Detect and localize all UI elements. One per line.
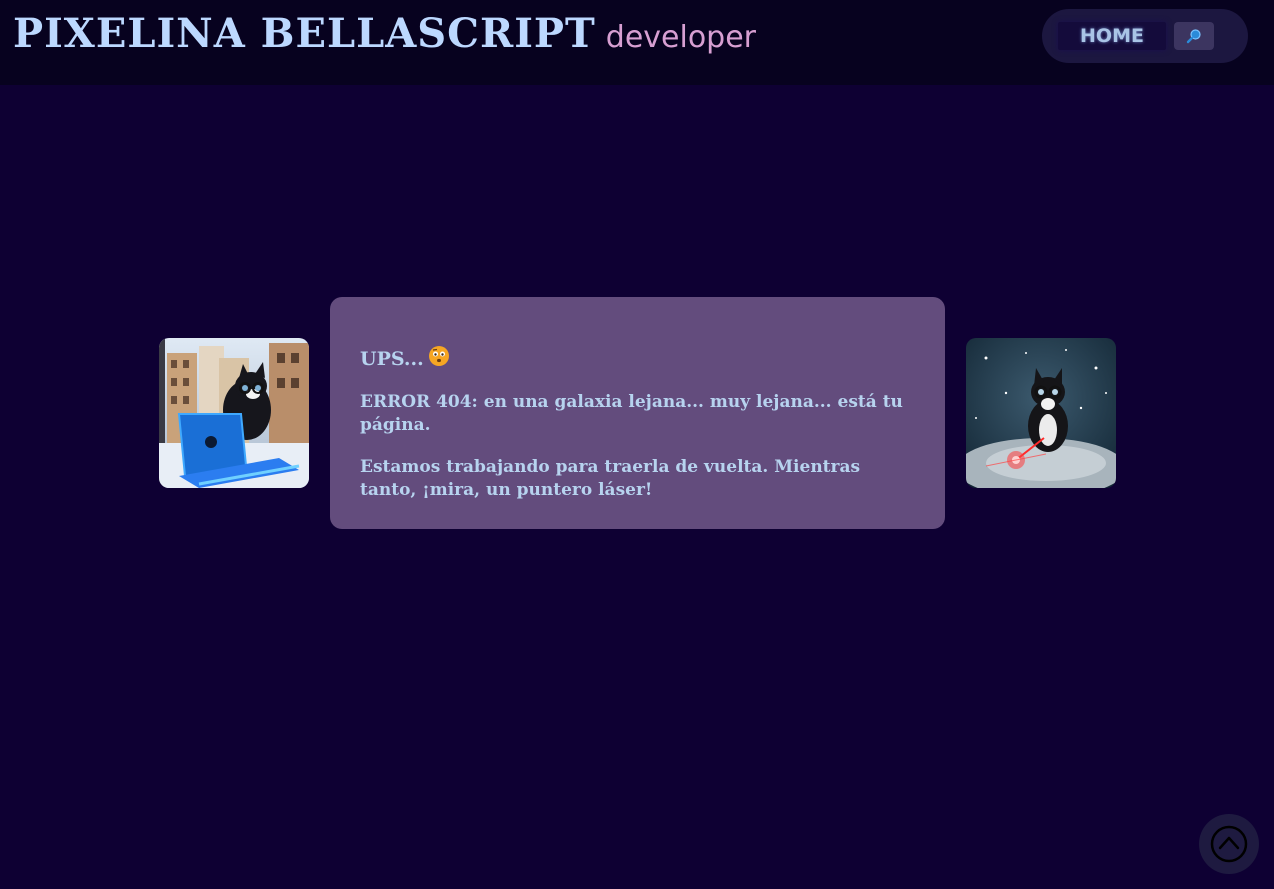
cat-laser-image — [966, 338, 1116, 488]
brand-name: PIXELINA BELLASCRIPT — [13, 10, 596, 57]
search-button[interactable] — [1174, 22, 1214, 50]
main-nav: HOME — [1042, 9, 1248, 63]
cat-laptop-image — [159, 338, 309, 488]
error-title: UPS... — [360, 345, 915, 373]
thinking-face-icon — [428, 345, 450, 373]
brand[interactable]: PIXELINA BELLASCRIPT developer — [13, 10, 756, 57]
home-button[interactable]: HOME — [1058, 22, 1166, 50]
error-text: ERROR 404: en una galaxia lejana... muy … — [360, 392, 903, 435]
site-header: PIXELINA BELLASCRIPT developer HOME — [0, 0, 1274, 85]
error-message: Estamos trabajando para traerla de vuelt… — [360, 457, 861, 500]
error-card: UPS... ERROR 404: en una galaxia lejana.… — [330, 297, 945, 529]
search-icon — [1186, 29, 1201, 44]
chevron-up-circle-icon — [1210, 825, 1248, 863]
scroll-to-top-button[interactable] — [1199, 814, 1259, 874]
brand-role: developer — [605, 20, 757, 55]
